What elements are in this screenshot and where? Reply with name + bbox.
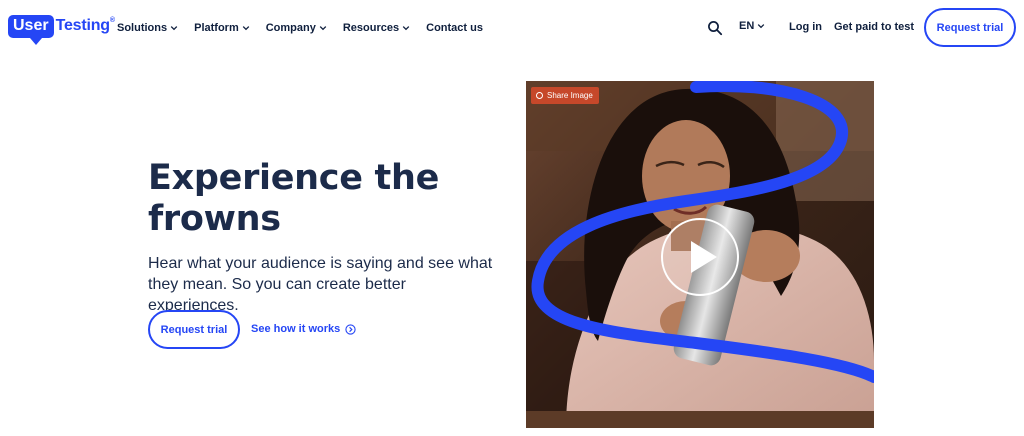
language-selector[interactable]: EN — [739, 20, 765, 32]
share-image-badge[interactable]: Share Image — [531, 87, 599, 104]
search-icon[interactable] — [707, 20, 723, 36]
logo-testing-word: Testing — [55, 17, 111, 34]
share-image-label: Share Image — [547, 91, 593, 100]
main-nav: Solutions Platform Company Resources Con… — [117, 20, 499, 36]
nav-platform-label: Platform — [194, 22, 239, 34]
circle-arrow-right-icon — [345, 323, 356, 335]
page-bottom-edge — [0, 428, 1024, 436]
see-how-it-works-link[interactable]: See how it works — [251, 323, 356, 335]
see-how-it-works-label: See how it works — [251, 323, 341, 335]
nav-solutions-label: Solutions — [117, 22, 168, 34]
nav-resources-label: Resources — [342, 22, 400, 34]
chevron-down-icon — [319, 26, 327, 31]
chevron-down-icon — [170, 26, 178, 31]
get-paid-link[interactable]: Get paid to test — [834, 21, 914, 33]
header-request-trial-button[interactable]: Request trial — [924, 8, 1016, 47]
logo-testing-text: Testing® — [56, 17, 115, 35]
hero-title: Experience the frowns — [148, 158, 440, 239]
nav-contact-us-label: Contact us — [426, 22, 483, 34]
nav-platform[interactable]: Platform — [194, 20, 250, 36]
logo-user-badge: User — [8, 14, 54, 45]
usertesting-logo[interactable]: User Testing® — [8, 12, 115, 45]
share-circle-icon — [536, 92, 543, 99]
hero-video-thumbnail[interactable]: Share Image — [526, 81, 874, 428]
nav-solutions[interactable]: Solutions — [117, 20, 178, 36]
nav-resources[interactable]: Resources — [343, 20, 410, 36]
play-icon[interactable] — [660, 217, 740, 297]
hero-request-trial-button[interactable]: Request trial — [148, 310, 240, 349]
nav-company[interactable]: Company — [266, 20, 327, 36]
logo-registered-mark: ® — [109, 17, 115, 24]
site-header: User Testing® Solutions Platform Company… — [0, 0, 1024, 56]
chevron-down-icon — [242, 26, 249, 31]
chevron-down-icon — [758, 24, 765, 29]
language-label: EN — [739, 20, 755, 32]
nav-company-label: Company — [265, 22, 316, 34]
login-link[interactable]: Log in — [789, 21, 822, 33]
chevron-down-icon — [402, 26, 410, 31]
hero-subtitle: Hear what your audience is saying and se… — [148, 255, 493, 314]
nav-contact-us[interactable]: Contact us — [426, 20, 483, 36]
